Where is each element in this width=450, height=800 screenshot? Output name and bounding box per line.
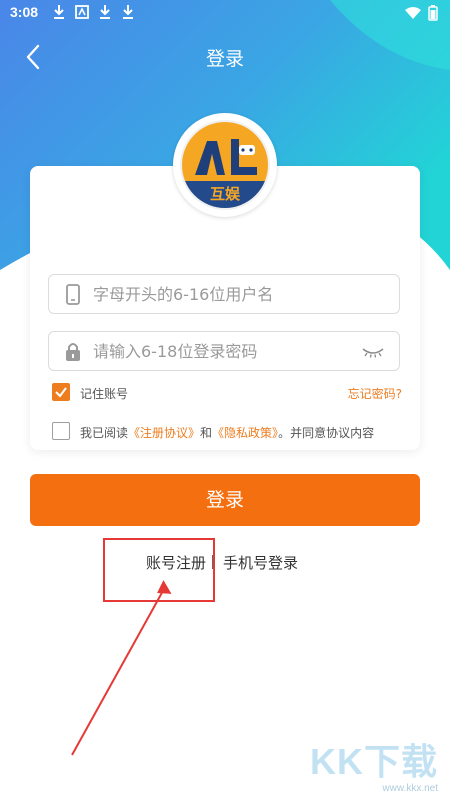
forgot-password-link[interactable]: 忘记密码? <box>348 385 402 402</box>
battery-icon <box>428 5 438 25</box>
username-input[interactable] <box>93 275 353 313</box>
status-time: 3:08 <box>10 4 39 20</box>
privacy-link[interactable]: 《隐私政策》 <box>212 426 278 440</box>
app-logo: 互娱 <box>173 113 277 217</box>
download-icon <box>98 4 112 20</box>
username-field[interactable] <box>48 274 400 314</box>
phone-icon <box>63 284 83 305</box>
lock-icon <box>63 341 83 361</box>
login-button[interactable]: 登录 <box>30 474 420 526</box>
wifi-icon <box>404 6 422 24</box>
watermark-url: www.kkx.net <box>382 783 438 794</box>
check-icon <box>55 387 67 398</box>
status-system-icons <box>404 5 438 25</box>
app-notification-icon <box>75 4 89 20</box>
agreement-prefix: 我已阅读 <box>80 426 129 440</box>
agreement-suffix: 。并同意协议内容 <box>278 426 375 440</box>
annotation-arrow <box>71 580 172 756</box>
remember-account-checkbox[interactable] <box>52 383 70 401</box>
password-field[interactable] <box>48 331 400 371</box>
watermark-brand: KK下载 <box>310 741 438 782</box>
agreement-text: 我已阅读《注册协议》和《隐私政策》。并同意协议内容 <box>80 424 374 441</box>
page-title: 登录 <box>205 48 244 70</box>
logo-text: 互娱 <box>209 185 240 203</box>
phone-login-link[interactable]: 手机号登录 <box>223 552 298 573</box>
download-icon <box>121 4 135 20</box>
remember-account-label: 记住账号 <box>80 387 129 401</box>
watermark: KK下载 www.kkx.net <box>310 741 438 795</box>
agreement-and: 和 <box>200 426 213 440</box>
status-bar: 3:08 <box>0 0 450 26</box>
agreement-checkbox[interactable] <box>52 422 70 440</box>
download-icon <box>52 4 66 20</box>
status-notification-icons <box>52 4 135 20</box>
terms-link[interactable]: 《注册协议》 <box>128 426 200 440</box>
eye-closed-icon[interactable] <box>361 344 385 358</box>
password-input[interactable] <box>93 332 353 370</box>
